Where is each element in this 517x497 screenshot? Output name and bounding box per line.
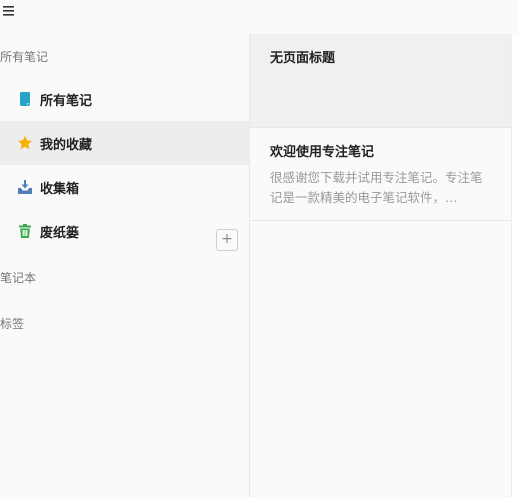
notebooks-section-header: 笔记本: [0, 271, 37, 285]
star-icon: [18, 135, 32, 150]
sidebar-item-favorites[interactable]: 我的收藏: [0, 121, 249, 165]
top-bar: [0, 0, 517, 34]
all-notes-section-header: 所有笔记: [0, 50, 49, 64]
sidebar-item-label: 废纸篓: [40, 226, 80, 241]
note-title: 欢迎使用专注笔记: [270, 145, 375, 160]
tags-section-header: 标签: [0, 317, 25, 331]
note-item-untitled[interactable]: 无页面标题: [250, 34, 511, 127]
sidebar-item-label: 收集箱: [40, 182, 80, 197]
inbox-download-icon: [18, 180, 32, 194]
hamburger-menu-icon[interactable]: [3, 5, 15, 17]
add-notebook-button[interactable]: +: [216, 229, 238, 251]
note-snippet: 很感谢您下载并试用专注笔记。专注笔记是一款精美的电子笔记软件，…: [270, 170, 483, 205]
note-title: 无页面标题: [270, 51, 336, 66]
note-icon: [20, 92, 30, 106]
trash-icon: [19, 224, 31, 238]
editor-edge: [511, 34, 517, 497]
note-item-welcome[interactable]: 欢迎使用专注笔记 很感谢您下载并试用专注笔记。专注笔记是一款精美的电子笔记软件，…: [250, 128, 511, 220]
sidebar-item-label: 我的收藏: [40, 138, 93, 153]
sidebar-item-all-notes[interactable]: 所有笔记: [0, 77, 249, 121]
divider: [250, 220, 511, 221]
note-list: 无页面标题 欢迎使用专注笔记 很感谢您下载并试用专注笔记。专注笔记是一款精美的电…: [250, 34, 511, 497]
sidebar: 所有笔记 所有笔记 我的收藏 收集箱 废纸篓 笔记本 + 标签: [0, 34, 250, 497]
sidebar-item-label: 所有笔记: [40, 94, 93, 109]
sidebar-item-trash[interactable]: 废纸篓: [0, 209, 249, 253]
sidebar-item-inbox[interactable]: 收集箱: [0, 165, 249, 209]
